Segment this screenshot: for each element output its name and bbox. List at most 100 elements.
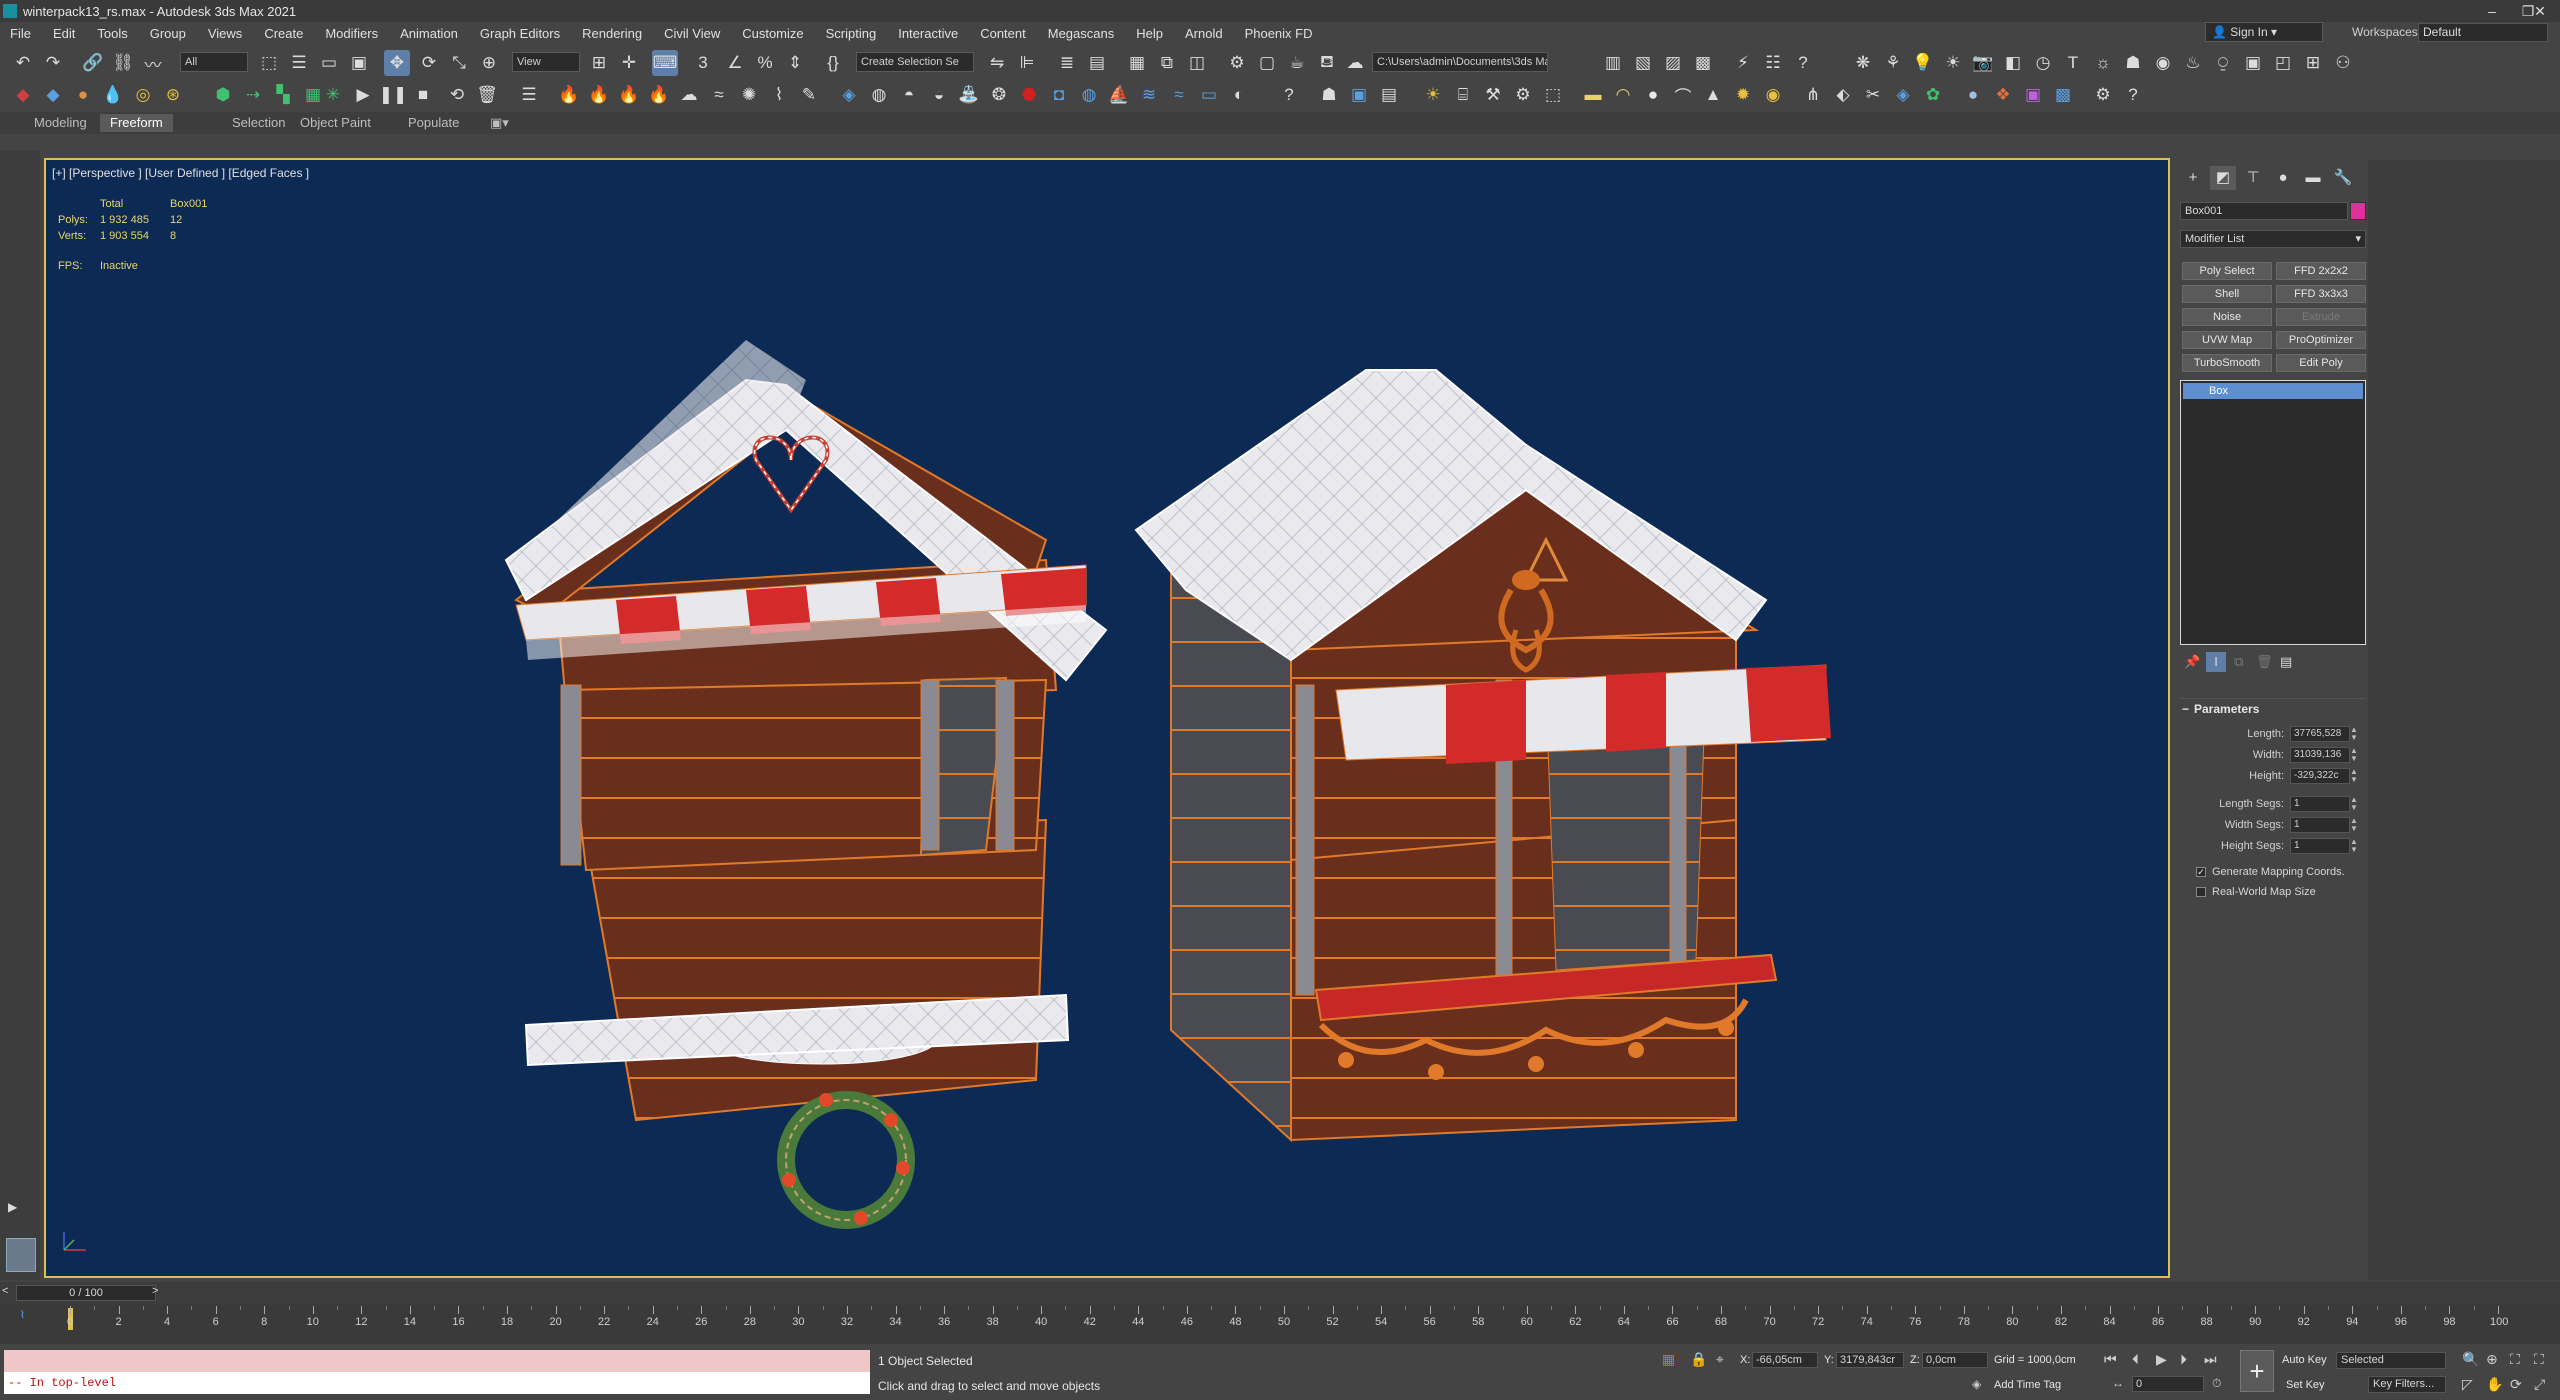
brain-icon[interactable]: ❂: [986, 82, 1012, 108]
plant-icon[interactable]: ✿: [1920, 82, 1946, 108]
layout-thumbnail[interactable]: [6, 1238, 36, 1272]
pour-icon[interactable]: ◍: [866, 82, 892, 108]
clipper-icon[interactable]: ✂: [1860, 82, 1886, 108]
sphere-icon[interactable]: ●: [70, 82, 96, 108]
tab-populate[interactable]: Populate: [398, 114, 469, 132]
prev-frame-icon[interactable]: <: [2, 1285, 8, 1297]
menu-phoenix-fd[interactable]: Phoenix FD: [1235, 26, 1325, 41]
key-selection-select[interactable]: Selected: [2336, 1352, 2446, 1369]
height-segs-field[interactable]: 1: [2290, 838, 2350, 854]
schematic-view-icon[interactable]: ⧉: [1154, 50, 1180, 76]
rotate-icon[interactable]: ⟳: [416, 50, 442, 76]
width-segs-spinner[interactable]: ▲ ▼: [2350, 817, 2358, 833]
nodes-icon[interactable]: ⬢: [210, 82, 236, 108]
menu-help[interactable]: Help: [1126, 26, 1175, 41]
reset-sim-icon[interactable]: ⟲: [444, 82, 470, 108]
stack-item-box[interactable]: Box: [2183, 383, 2363, 399]
real-world-map-row[interactable]: Real-World Map Size: [2196, 886, 2366, 902]
configure-sets-icon[interactable]: ▤: [2280, 654, 2292, 670]
orbit-icon[interactable]: ⟳: [2510, 1376, 2522, 1393]
stop-sign-icon[interactable]: ⬣: [1016, 82, 1042, 108]
tab-freeform[interactable]: Freeform: [100, 114, 173, 132]
decal-icon[interactable]: ⬖: [1830, 82, 1856, 108]
parameters-rollout[interactable]: − Parameters: [2180, 698, 2366, 718]
foam-icon[interactable]: ☁: [676, 82, 702, 108]
teapot2-icon[interactable]: ☗: [1316, 82, 1342, 108]
zoom-extents-all-icon[interactable]: ⛶: [2534, 1351, 2544, 1368]
light-icon[interactable]: 💡: [1910, 50, 1936, 76]
expand-icon[interactable]: ▶: [8, 1200, 17, 1214]
angle-snap-icon[interactable]: ∠: [722, 50, 748, 76]
menu-create[interactable]: Create: [254, 26, 315, 41]
poly-select-button[interactable]: Poly Select: [2182, 262, 2272, 280]
asset-icon[interactable]: ⚒: [1480, 82, 1506, 108]
height-field[interactable]: -329,322c: [2290, 768, 2350, 784]
track-bar[interactable]: ⌇ 0 2 4 6 8 10 12 14 16 18 20 22 24 26 28 30 32 34 36 38 40 4…: [0, 1304, 2560, 1344]
tab-object-paint[interactable]: Object Paint: [290, 114, 381, 132]
noise-button[interactable]: Noise: [2182, 308, 2272, 326]
sun-light-icon[interactable]: ✹: [1730, 82, 1756, 108]
menu-content[interactable]: Content: [970, 26, 1038, 41]
frame-buffer2-icon[interactable]: ▣: [2020, 82, 2046, 108]
modify-tab-icon[interactable]: ◩: [2210, 166, 2236, 190]
length-segs-field[interactable]: 1: [2290, 796, 2350, 812]
viewport-icon[interactable]: ◰: [2270, 50, 2296, 76]
time-config-icon[interactable]: ⏱: [2212, 1376, 2221, 1391]
go-to-start-icon[interactable]: ⏮: [2104, 1351, 2117, 1368]
play-animation-icon[interactable]: ▶: [2156, 1351, 2167, 1368]
sun-icon[interactable]: ☀: [1940, 50, 1966, 76]
render-frame-icon[interactable]: ▢: [1254, 50, 1280, 76]
frame-buffer-icon[interactable]: ◧: [2000, 50, 2026, 76]
env-fog-icon[interactable]: ◈: [1890, 82, 1916, 108]
project-folder-select[interactable]: C:\Users\admin\Documents\3ds Max 2021: [1372, 52, 1548, 72]
sphere-light-icon[interactable]: ●: [1640, 82, 1666, 108]
menu-group[interactable]: Group: [140, 26, 198, 41]
set-key-button[interactable]: Set Key: [2286, 1379, 2325, 1391]
plane-icon[interactable]: ▬: [1580, 82, 1606, 108]
dome-icon[interactable]: ◠: [1610, 82, 1636, 108]
ribbon-options-icon[interactable]: ▣▾: [480, 114, 519, 132]
workspace-select[interactable]: Default: [2418, 23, 2548, 42]
menu-edit[interactable]: Edit: [43, 26, 87, 41]
move-icon[interactable]: ✥: [384, 50, 410, 76]
zoom-icon[interactable]: 🔍: [2462, 1351, 2479, 1368]
ambient-light-icon[interactable]: ◉: [1760, 82, 1786, 108]
hierarchy-tab-icon[interactable]: ⊤: [2240, 166, 2266, 190]
spinner-snap-icon[interactable]: ⇕: [782, 50, 808, 76]
reference-coord-select[interactable]: View: [512, 52, 580, 72]
undo-icon[interactable]: ↶: [10, 50, 36, 76]
brush-icon[interactable]: ✎: [796, 82, 822, 108]
menu-views[interactable]: Views: [198, 26, 254, 41]
bind-space-warp-icon[interactable]: 〰: [140, 50, 166, 76]
settings2-icon[interactable]: ⚙: [2090, 82, 2116, 108]
menu-graph-editors[interactable]: Graph Editors: [470, 26, 572, 41]
left-stall-model[interactable]: [504, 340, 1108, 1229]
scatter-icon[interactable]: ❋: [1850, 50, 1876, 76]
create-tab-icon[interactable]: +: [2180, 166, 2206, 190]
toggle-ribbon-icon[interactable]: ▤: [1084, 50, 1110, 76]
scene-converter-icon[interactable]: ⚡: [1730, 50, 1756, 76]
cup-icon[interactable]: ◓: [896, 82, 922, 108]
vfb-icon[interactable]: ▩: [2050, 82, 2076, 108]
absolute-mode-icon[interactable]: ⌖: [1716, 1351, 1724, 1368]
selection-filter-select[interactable]: All: [180, 52, 248, 72]
menu-civil-view[interactable]: Civil View: [654, 26, 732, 41]
select-by-name-icon[interactable]: ☰: [286, 50, 312, 76]
render-iterative-icon[interactable]: ⛾: [1314, 50, 1340, 76]
wave-icon[interactable]: ⌇: [766, 82, 792, 108]
render-online-icon[interactable]: ☁: [1342, 50, 1368, 76]
previous-frame-icon[interactable]: ⏴: [2132, 1351, 2139, 1368]
isolate-selection-icon[interactable]: ▦: [1662, 1351, 1675, 1368]
select-object-icon[interactable]: ⬚: [256, 50, 282, 76]
x-coordinate-field[interactable]: -66,05cm: [1752, 1352, 1818, 1368]
bulb-icon[interactable]: ☼: [2090, 50, 2116, 76]
mirror-icon[interactable]: ⇋: [984, 50, 1010, 76]
place-icon[interactable]: ⊕: [476, 50, 502, 76]
coin-icon[interactable]: ◎: [130, 82, 156, 108]
surface-icon[interactable]: ▭: [1196, 82, 1222, 108]
help2-icon[interactable]: ?: [1276, 82, 1302, 108]
add-time-tag[interactable]: Add Time Tag: [1994, 1379, 2061, 1391]
viewport-config-icon[interactable]: ▨: [1660, 50, 1686, 76]
menu-arnold[interactable]: Arnold: [1175, 26, 1235, 41]
tab-modeling[interactable]: Modeling: [24, 114, 97, 132]
